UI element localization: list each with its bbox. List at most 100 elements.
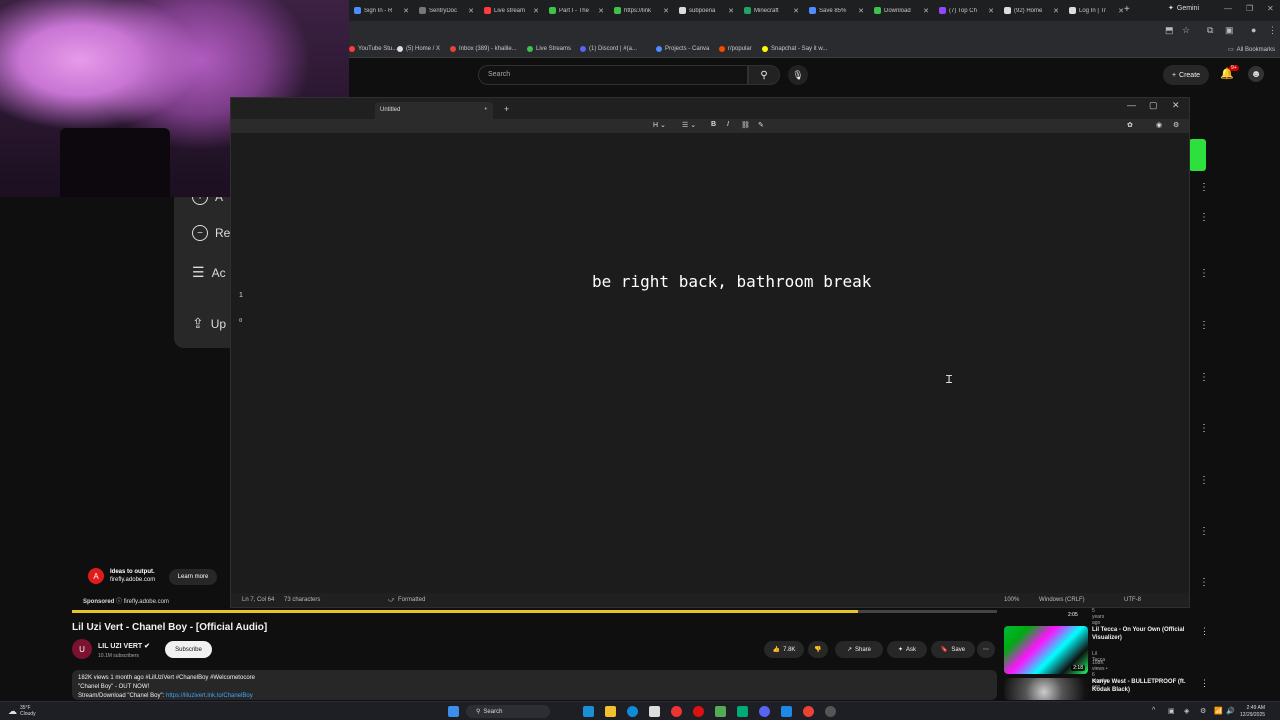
tab-close-icon[interactable]: ✕ bbox=[533, 7, 539, 15]
tab-close-icon[interactable]: ✕ bbox=[598, 7, 604, 15]
terminal-icon[interactable] bbox=[737, 706, 748, 717]
obs-icon[interactable] bbox=[671, 706, 682, 717]
gemini-button[interactable]: ✦ Gemini bbox=[1168, 4, 1199, 13]
chrome-menu-icon[interactable]: ⋮ bbox=[1268, 25, 1277, 36]
like-button[interactable]: 👍 7.8K bbox=[764, 641, 804, 658]
menu-item-upload[interactable]: ⇪ Up bbox=[192, 315, 226, 332]
tab-close-icon[interactable]: ✕ bbox=[988, 7, 994, 15]
browser-tab[interactable]: (92) Home ✕ bbox=[999, 3, 1064, 18]
menu-item-remove[interactable]: − Re bbox=[192, 225, 230, 241]
browser-tab[interactable]: (7) Top Ch ✕ bbox=[934, 3, 999, 18]
tab-close-icon[interactable]: ✕ bbox=[1053, 7, 1059, 15]
opera-icon[interactable] bbox=[693, 706, 704, 717]
bookmark-item[interactable]: Projects - Canva bbox=[656, 46, 709, 52]
all-bookmarks[interactable]: ▭ All Bookmarks bbox=[1228, 46, 1275, 54]
more-icon[interactable]: ⋮ bbox=[1199, 526, 1209, 537]
notepad-app-icon[interactable] bbox=[649, 706, 660, 717]
create-button[interactable]: + Create bbox=[1163, 65, 1209, 85]
browser-tab[interactable]: Save 85% ✕ bbox=[804, 3, 869, 18]
channel-name[interactable]: LIL UZI VERT ✔ bbox=[98, 642, 150, 650]
tab-close-icon[interactable]: ✕ bbox=[663, 7, 669, 15]
browser-tab[interactable]: Sign In - R ✕ bbox=[349, 3, 414, 18]
tab-close-icon[interactable]: ✕ bbox=[793, 7, 799, 15]
browser-tab[interactable]: SentryDoc ✕ bbox=[414, 3, 479, 18]
tray-app-icon[interactable]: ◈ bbox=[1184, 707, 1189, 715]
browser-tab[interactable]: https://link ✕ bbox=[609, 3, 674, 18]
extensions-icon[interactable]: ⧉ bbox=[1207, 25, 1213, 36]
tab-close-icon[interactable]: ✕ bbox=[858, 7, 864, 15]
notepad-new-tab-button[interactable]: + bbox=[504, 104, 509, 114]
bookmark-item[interactable]: r/popular bbox=[719, 46, 752, 52]
more-icon[interactable]: ⋮ bbox=[1199, 372, 1209, 383]
copilot-icon[interactable]: ✿ bbox=[1127, 121, 1133, 129]
unsaved-dot-icon[interactable]: • bbox=[485, 106, 487, 113]
bold-icon[interactable]: B bbox=[711, 121, 716, 128]
editor-text[interactable]: be right back, bathroom break bbox=[592, 272, 871, 291]
maximize-icon[interactable]: ❐ bbox=[1246, 4, 1253, 13]
more-icon[interactable]: ⋮ bbox=[1199, 320, 1209, 331]
more-icon[interactable]: ⋮ bbox=[1200, 626, 1209, 637]
file-explorer-icon[interactable] bbox=[605, 706, 616, 717]
list-icon[interactable]: ☰ ⌄ bbox=[682, 121, 696, 129]
rec-title[interactable]: Kanye West - BULLETPROOF (ft. Kodak Blac… bbox=[1092, 678, 1202, 694]
app-icon[interactable] bbox=[825, 706, 836, 717]
chrome-icon[interactable] bbox=[803, 706, 814, 717]
windows-start-icon[interactable] bbox=[448, 706, 459, 717]
close-window-icon[interactable]: ✕ bbox=[1267, 4, 1274, 13]
status-formatted[interactable]: Formatted bbox=[398, 597, 425, 603]
notepad-maximize-icon[interactable]: ▢ bbox=[1149, 100, 1158, 111]
browser-tab[interactable]: Download ✕ bbox=[869, 3, 934, 18]
volume-icon[interactable]: 🔊 bbox=[1226, 707, 1235, 715]
link-icon[interactable]: ⛓ bbox=[741, 121, 750, 129]
italic-icon[interactable]: I bbox=[727, 121, 729, 128]
sidepanel-icon[interactable]: ▣ bbox=[1225, 25, 1234, 36]
subscribe-button[interactable]: Subscribe bbox=[165, 641, 212, 658]
channel-avatar[interactable]: U bbox=[72, 639, 92, 659]
rec-title[interactable]: Lil Tecca - On Your Own (Official Visual… bbox=[1092, 626, 1202, 642]
bookmark-star-icon[interactable]: ☆ bbox=[1182, 25, 1190, 36]
tab-close-icon[interactable]: ✕ bbox=[468, 7, 474, 15]
menu-item-adjust[interactable]: ☰ Ac bbox=[192, 264, 226, 281]
minimize-icon[interactable]: — bbox=[1224, 4, 1232, 13]
search-input[interactable]: Search bbox=[478, 65, 748, 85]
bookmark-item[interactable]: Live Streams bbox=[527, 46, 571, 52]
wifi-icon[interactable]: 📶 bbox=[1214, 707, 1223, 715]
edge-browser-icon[interactable] bbox=[627, 706, 638, 717]
more-icon[interactable]: ⋮ bbox=[1199, 212, 1209, 223]
browser-tab[interactable]: Log In | Tr ✕ bbox=[1064, 3, 1129, 18]
discord-icon[interactable] bbox=[759, 706, 770, 717]
new-tab-button[interactable]: + bbox=[1124, 4, 1130, 15]
profile-icon[interactable]: ● bbox=[1251, 25, 1256, 35]
voice-search-button[interactable]: 🎙 bbox=[788, 65, 808, 85]
rec-thumbnail[interactable]: 2:18 bbox=[1004, 626, 1088, 674]
heading-icon[interactable]: H ⌄ bbox=[653, 121, 666, 129]
edge-icon[interactable] bbox=[583, 706, 594, 717]
clear-format-icon[interactable]: ✎ bbox=[758, 121, 764, 129]
install-icon[interactable]: ⬒ bbox=[1165, 25, 1174, 36]
more-icon[interactable]: ⋮ bbox=[1199, 423, 1209, 434]
learn-more-button[interactable]: Learn more bbox=[169, 569, 217, 585]
account-avatar[interactable]: ☻ bbox=[1248, 66, 1264, 82]
taskbar-clock[interactable]: 2:49 AM 12/29/2025 bbox=[1240, 705, 1265, 719]
bookmark-item[interactable]: YouTube Stu... bbox=[349, 46, 397, 52]
notepad-close-icon[interactable]: ✕ bbox=[1172, 100, 1180, 111]
bookmark-item[interactable]: Snapchat - Say it w... bbox=[762, 46, 827, 52]
more-actions-button[interactable]: ⋯ bbox=[977, 641, 995, 658]
more-icon[interactable]: ⋮ bbox=[1199, 182, 1209, 193]
xbox-icon[interactable] bbox=[715, 706, 726, 717]
browser-tab[interactable]: Live stream ✕ bbox=[479, 3, 544, 18]
dislike-button[interactable]: 👎 bbox=[808, 641, 828, 658]
vscode-icon[interactable] bbox=[781, 706, 792, 717]
settings-icon[interactable]: ⚙ bbox=[1173, 121, 1179, 129]
search-button[interactable]: ⚲ bbox=[748, 65, 780, 85]
more-icon[interactable]: ⋮ bbox=[1199, 268, 1209, 279]
tab-close-icon[interactable]: ✕ bbox=[403, 7, 409, 15]
notepad-tab[interactable]: Untitled • bbox=[375, 102, 493, 119]
rec-thumbnail[interactable] bbox=[1004, 678, 1088, 700]
info-icon[interactable]: ⓘ bbox=[116, 599, 124, 605]
tray-app-icon[interactable]: ⚙ bbox=[1200, 707, 1206, 715]
more-icon[interactable]: ⋮ bbox=[1200, 678, 1209, 689]
more-icon[interactable]: ⋮ bbox=[1199, 475, 1209, 486]
bookmark-item[interactable]: (5) Home / X bbox=[397, 46, 440, 52]
description-link[interactable]: https://liluzivert.lnk.to/ChanelBoy bbox=[166, 693, 253, 699]
